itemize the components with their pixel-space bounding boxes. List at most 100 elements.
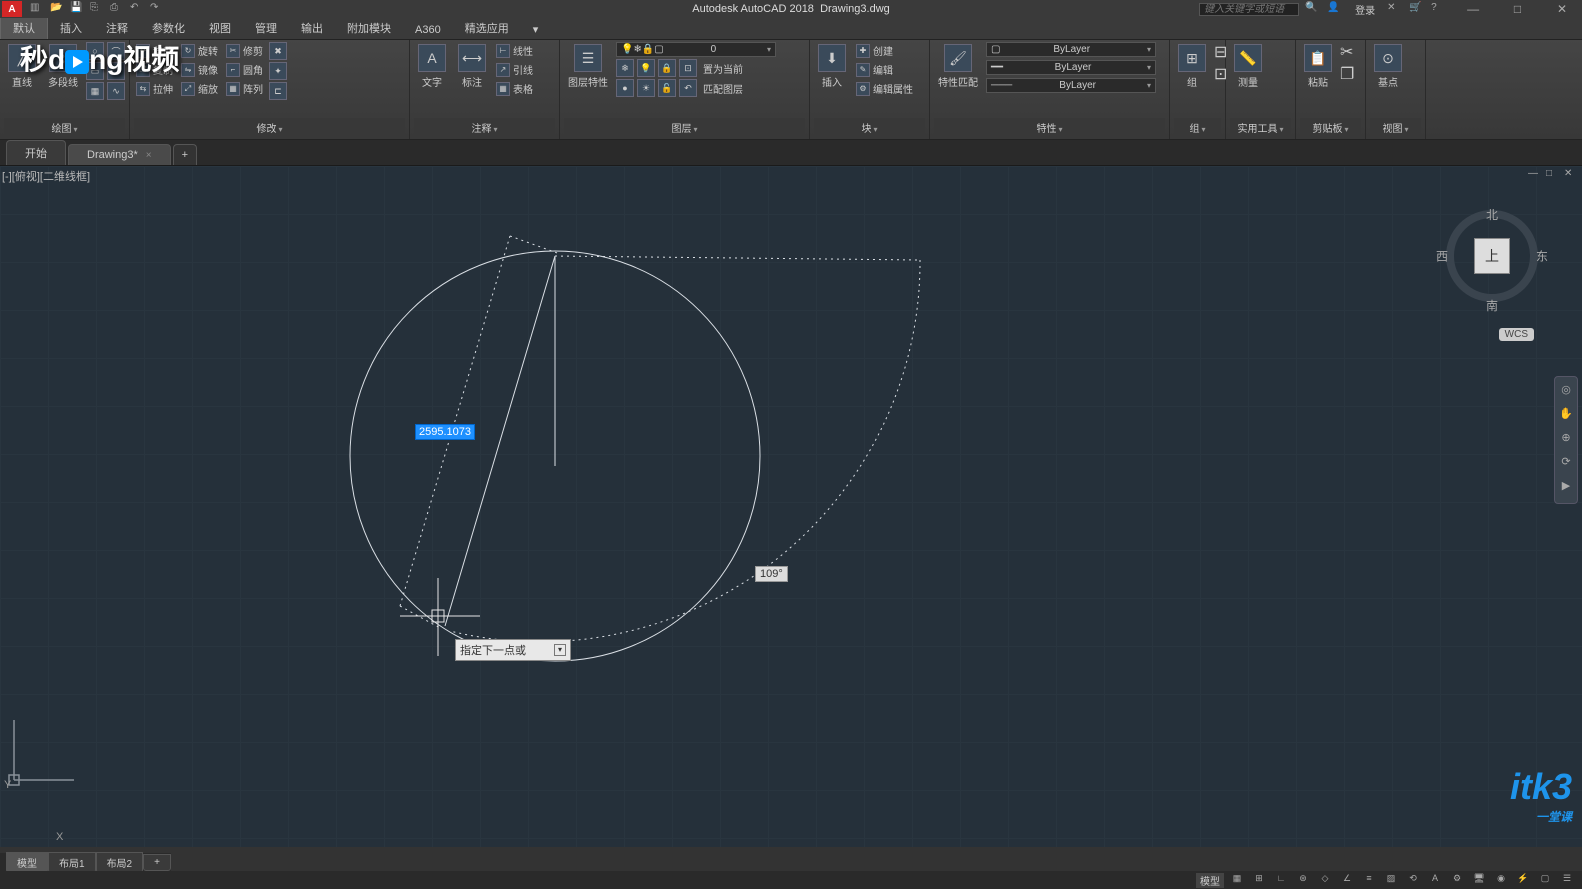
status-osnap-icon[interactable]: ◇: [1316, 873, 1334, 887]
tab-view[interactable]: 视图: [197, 17, 243, 39]
panel-utilities-title[interactable]: 实用工具: [1230, 118, 1291, 137]
stretch-button[interactable]: ⇆拉伸: [134, 80, 175, 97]
paste-button[interactable]: 📋粘贴: [1300, 42, 1336, 91]
explode-icon[interactable]: ✦: [269, 62, 287, 80]
hatch-icon[interactable]: ▦: [86, 82, 104, 100]
qat-new-icon[interactable]: ▥: [30, 2, 44, 16]
block-edit-button[interactable]: ✎编辑: [854, 61, 915, 78]
layer-freeze-icon[interactable]: ❄: [616, 59, 634, 77]
panel-view-title[interactable]: 视图: [1370, 118, 1421, 137]
move-button[interactable]: ✥移动: [134, 42, 175, 59]
status-custom-icon[interactable]: ☰: [1558, 873, 1576, 887]
status-snap-icon[interactable]: ⊞: [1250, 873, 1268, 887]
copy-clip-icon[interactable]: ❐: [1340, 64, 1354, 84]
layer-dropdown[interactable]: 💡❄🔒▢ 0: [616, 42, 776, 57]
ellipse-icon[interactable]: ⬭: [107, 62, 125, 80]
tab-a360[interactable]: A360: [403, 21, 453, 39]
color-dropdown[interactable]: ▢ ByLayer: [986, 42, 1156, 57]
layer-iso-icon[interactable]: ⊡: [679, 59, 697, 77]
distance-input[interactable]: 2595.1073: [415, 424, 475, 440]
close-tab-icon[interactable]: ×: [146, 150, 152, 161]
status-polar-icon[interactable]: ⊛: [1294, 873, 1312, 887]
offset-icon[interactable]: ⊏: [269, 82, 287, 100]
help-icon[interactable]: ?: [1431, 2, 1447, 16]
tab-manage[interactable]: 管理: [243, 17, 289, 39]
text-button[interactable]: A文字: [414, 42, 450, 91]
match-layer-button[interactable]: 匹配图层: [701, 79, 745, 97]
layer-properties-button[interactable]: ☰图层特性: [564, 42, 612, 91]
tab-output[interactable]: 输出: [289, 17, 335, 39]
minimize-button[interactable]: —: [1453, 2, 1493, 16]
exchange-icon[interactable]: ✕: [1387, 2, 1403, 16]
drawing-viewport[interactable]: [-][俯视][二维线框] — □ ✕ 上 北 南 东 西 WCS ◎ ✋ ⊕ …: [0, 166, 1582, 847]
status-hardware-icon[interactable]: ⚡: [1514, 873, 1532, 887]
maximize-button[interactable]: □: [1498, 2, 1538, 16]
scale-button[interactable]: ⤢缩放: [179, 80, 220, 97]
layout-tab-model[interactable]: 模型: [6, 852, 48, 873]
polyline-button[interactable]: ⌇多段线: [44, 42, 82, 91]
panel-group-title[interactable]: 组: [1174, 118, 1221, 137]
tab-default[interactable]: 默认: [0, 16, 48, 39]
panel-annotate-title[interactable]: 注释: [414, 118, 555, 137]
status-cycling-icon[interactable]: ⟲: [1404, 873, 1422, 887]
fillet-button[interactable]: ⌐圆角: [224, 61, 265, 78]
layer-thaw-icon[interactable]: ☀: [637, 79, 655, 97]
app-icon[interactable]: A: [2, 1, 22, 17]
tab-expand-icon[interactable]: ▾: [521, 20, 551, 39]
status-workspace-icon[interactable]: ⚙: [1448, 873, 1466, 887]
mirror-button[interactable]: ⇋镜像: [179, 61, 220, 78]
panel-modify-title[interactable]: 修改: [134, 118, 405, 137]
leader-button[interactable]: ↗引线: [494, 61, 535, 78]
block-insert-button[interactable]: ⬇插入: [814, 42, 850, 91]
qat-plot-icon[interactable]: ⎙: [110, 2, 124, 16]
make-current-button[interactable]: 置为当前: [701, 59, 745, 77]
status-clean-icon[interactable]: ▢: [1536, 873, 1554, 887]
layout-tab-1[interactable]: 布局1: [48, 852, 96, 873]
panel-block-title[interactable]: 块: [814, 118, 925, 137]
trim-button[interactable]: ✂修剪: [224, 42, 265, 59]
arc-icon[interactable]: ⌒: [107, 42, 125, 60]
login-button[interactable]: 登录: [1355, 2, 1375, 17]
qat-open-icon[interactable]: 📂: [50, 2, 64, 16]
block-create-button[interactable]: ✚创建: [854, 42, 915, 59]
tab-featured[interactable]: 精选应用: [453, 17, 521, 39]
measure-button[interactable]: 📏测量: [1230, 42, 1266, 91]
cut-icon[interactable]: ✂: [1340, 42, 1354, 62]
panel-draw-title[interactable]: 绘图: [4, 118, 125, 137]
block-editattr-button[interactable]: ⚙编辑属性: [854, 80, 915, 97]
spline-icon[interactable]: ∿: [107, 82, 125, 100]
panel-layers-title[interactable]: 图层: [564, 118, 805, 137]
status-model[interactable]: 模型: [1196, 873, 1224, 888]
status-annoscale-icon[interactable]: A: [1426, 873, 1444, 887]
layer-unlock-icon[interactable]: 🔓: [658, 79, 676, 97]
qat-saveas-icon[interactable]: ⎘: [90, 2, 104, 16]
user-icon[interactable]: 👤: [1327, 2, 1343, 16]
status-transparency-icon[interactable]: ▨: [1382, 873, 1400, 887]
match-properties-button[interactable]: 🖌特性匹配: [934, 42, 982, 91]
command-prompt[interactable]: 指定下一点或▾: [455, 639, 571, 661]
status-isolate-icon[interactable]: ◉: [1492, 873, 1510, 887]
erase-icon[interactable]: ✖: [269, 42, 287, 60]
panel-clipboard-title[interactable]: 剪贴板: [1300, 118, 1361, 137]
qat-save-icon[interactable]: 💾: [70, 2, 84, 16]
lineweight-dropdown[interactable]: ━━ ByLayer: [986, 60, 1156, 75]
copy-button[interactable]: ❐复制: [134, 61, 175, 78]
layer-prev-icon[interactable]: ↶: [679, 79, 697, 97]
status-ortho-icon[interactable]: ∟: [1272, 873, 1290, 887]
linear-button[interactable]: ⊢线性: [494, 42, 535, 59]
rect-icon[interactable]: ▭: [86, 62, 104, 80]
group-button[interactable]: ⊞组: [1174, 42, 1210, 91]
layer-lock-icon[interactable]: 🔒: [658, 59, 676, 77]
table-button[interactable]: ▦表格: [494, 80, 535, 97]
status-otrack-icon[interactable]: ∠: [1338, 873, 1356, 887]
circle-icon[interactable]: ○: [86, 42, 104, 60]
search-icon[interactable]: 🔍: [1305, 2, 1321, 16]
rotate-button[interactable]: ↻旋转: [179, 42, 220, 59]
prompt-dropdown-icon[interactable]: ▾: [554, 644, 566, 656]
line-button[interactable]: ╱直线: [4, 42, 40, 91]
tab-parametric[interactable]: 参数化: [140, 17, 197, 39]
tab-addins[interactable]: 附加模块: [335, 17, 403, 39]
cart-icon[interactable]: 🛒: [1409, 2, 1425, 16]
status-lwt-icon[interactable]: ≡: [1360, 873, 1378, 887]
close-button[interactable]: ✕: [1542, 2, 1582, 16]
